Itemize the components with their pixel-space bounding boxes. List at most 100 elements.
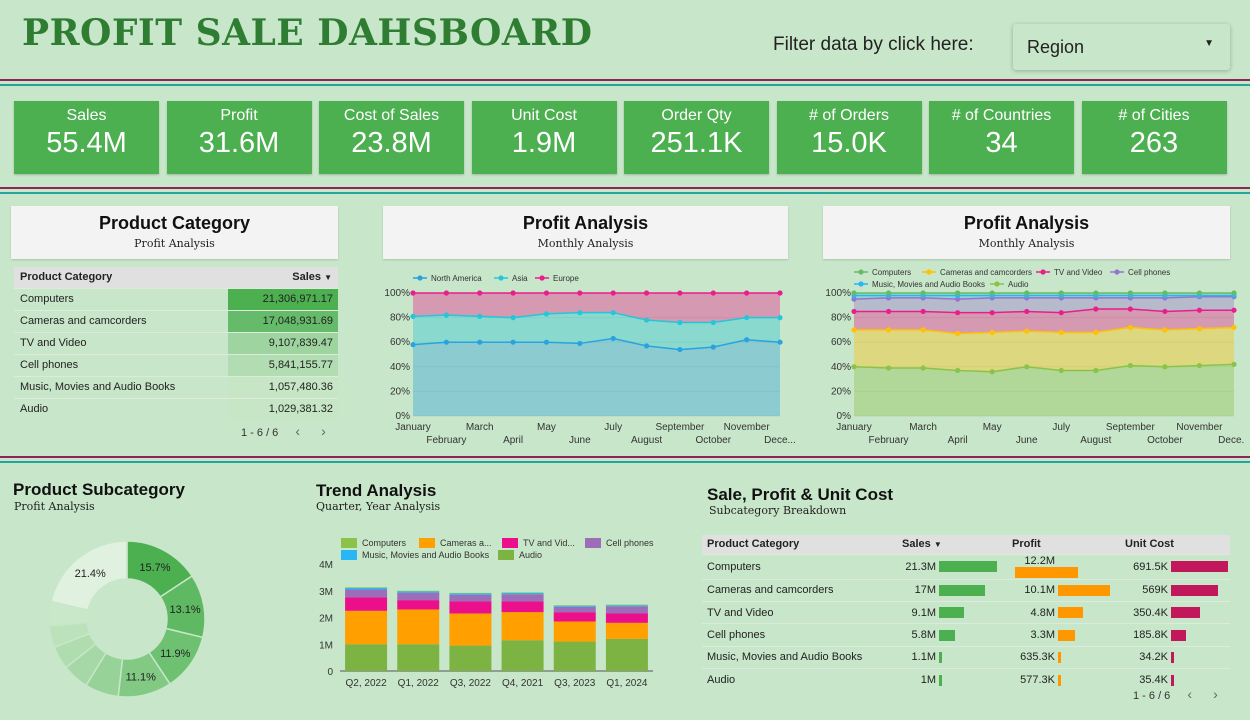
- column-header-sorted[interactable]: Sales ▼: [897, 535, 1007, 554]
- data-point: [443, 339, 449, 345]
- data-point: [543, 339, 550, 345]
- bar-segment: [397, 591, 440, 593]
- data-point: [1127, 290, 1133, 296]
- data-point: [543, 311, 550, 317]
- prev-page-icon[interactable]: ‹: [1187, 686, 1192, 702]
- legend-label: Cameras a...: [440, 538, 492, 548]
- unit-cost-bar: [1171, 561, 1228, 573]
- divider: [0, 192, 1250, 194]
- sort-desc-icon: ▼: [324, 273, 332, 283]
- next-page-icon[interactable]: ›: [1213, 686, 1218, 702]
- table-row[interactable]: TV and Video 9,107,839.47: [14, 331, 338, 354]
- legend-label: Audio: [519, 550, 542, 560]
- data-point: [610, 290, 616, 296]
- next-page-icon[interactable]: ›: [321, 423, 326, 439]
- data-point: [1127, 306, 1133, 312]
- bar-segment: [397, 590, 440, 592]
- x-tick-label: June: [569, 435, 591, 446]
- table-row[interactable]: Computers 21,306,971.17: [14, 287, 338, 310]
- profit-bar: [1058, 629, 1076, 641]
- y-tick-label: 0%: [396, 411, 411, 422]
- sales-cell: 1,057,480.36: [228, 375, 338, 398]
- table-row[interactable]: Cell phones 5.8M 3.3M 185.8K: [702, 623, 1230, 647]
- legend-label: Music, Movies and Audio Books: [872, 280, 985, 289]
- data-point: [643, 317, 650, 323]
- prev-page-icon[interactable]: ‹: [295, 423, 300, 439]
- data-point: [710, 290, 716, 296]
- category-cell: Music, Movies and Audio Books: [702, 645, 897, 669]
- data-point: [1024, 290, 1030, 296]
- unit-cost-bar: [1171, 607, 1200, 619]
- table-row[interactable]: Cell phones 5,841,155.77: [14, 353, 338, 376]
- unit-cost-bar: [1171, 674, 1174, 686]
- category-cell: Music, Movies and Audio Books: [14, 375, 228, 398]
- table-row[interactable]: TV and Video 9.1M 4.8M 350.4K: [702, 600, 1230, 624]
- divider: [0, 461, 1250, 463]
- category-cell: Audio: [702, 668, 897, 691]
- data-point: [610, 335, 616, 342]
- table-row[interactable]: Cameras and camcorders 17M 10.1M 569K: [702, 578, 1230, 602]
- x-tick-label: January: [836, 422, 872, 433]
- legend-label: TV and Vid...: [523, 538, 575, 548]
- legend-label: Audio: [1008, 280, 1029, 289]
- unit-cost-value: 569K: [1142, 584, 1168, 597]
- divider: [0, 84, 1250, 86]
- profit-value: 635.3K: [1020, 651, 1055, 664]
- table-row[interactable]: Cameras and camcorders 17,048,931.69: [14, 309, 338, 332]
- table-row[interactable]: Computers 21.3M 12.2M 691.5K: [702, 553, 1230, 579]
- data-point: [744, 290, 750, 296]
- data-point: [1162, 290, 1168, 296]
- table-row[interactable]: Music, Movies and Audio Books 1,057,480.3…: [14, 375, 338, 398]
- column-header-sorted[interactable]: Sales ▼: [228, 267, 338, 288]
- column-header[interactable]: Product Category: [14, 267, 228, 288]
- kpi-card: # of Cities 263: [1081, 101, 1227, 174]
- data-point: [1093, 306, 1099, 312]
- kpi-label: Order Qty: [661, 107, 732, 124]
- data-point: [920, 308, 926, 315]
- profit-cell: 635.3K: [1007, 645, 1120, 669]
- bar-segment: [397, 592, 440, 601]
- sales-cell: 9.1M: [897, 600, 1007, 624]
- y-tick-label: 1M: [319, 640, 333, 651]
- unit-cost-value: 185.8K: [1133, 628, 1168, 641]
- y-tick-label: 0: [327, 667, 333, 678]
- kpi-value: 23.8M: [351, 127, 432, 159]
- slice-label: 11.9%: [160, 648, 191, 660]
- bar-segment: [397, 609, 440, 645]
- table-row[interactable]: Audio 1,029,381.32: [14, 397, 338, 420]
- bar-segment: [449, 593, 492, 595]
- column-header[interactable]: Product Category: [702, 535, 897, 554]
- data-point: [989, 310, 995, 316]
- data-point: [1127, 324, 1133, 331]
- kpi-label: Unit Cost: [511, 107, 577, 124]
- legend-swatch-marker: [539, 275, 545, 281]
- kpi-card: Profit 31.6M: [166, 101, 312, 174]
- sales-value: 21.3M: [905, 560, 936, 573]
- data-point: [410, 342, 416, 348]
- bar-segment: [449, 645, 492, 671]
- data-point: [1162, 327, 1168, 333]
- profit-cell: 10.1M: [1007, 578, 1120, 602]
- area-series: [854, 364, 1234, 416]
- data-point: [920, 290, 926, 296]
- data-point: [1058, 367, 1064, 374]
- column-header[interactable]: Unit Cost: [1120, 535, 1230, 554]
- data-point: [1024, 328, 1030, 334]
- region-filter-dropdown[interactable]: Region ▼: [1013, 24, 1230, 70]
- y-tick-label: 80%: [831, 313, 851, 324]
- unit-cost-value: 34.2K: [1139, 651, 1168, 664]
- bar-segment: [553, 621, 596, 642]
- data-point: [920, 327, 926, 333]
- profit-bar: [1058, 584, 1111, 596]
- x-tick-label: Q3, 2023: [554, 678, 596, 689]
- profit-category-chart: Computers Cameras and camcorders TV and Vi…: [825, 268, 1245, 446]
- kpi-value: 1.9M: [511, 127, 577, 159]
- area-series: [854, 327, 1234, 372]
- y-tick-label: 60%: [831, 337, 851, 348]
- y-tick-label: 20%: [831, 386, 851, 397]
- bar-segment: [501, 612, 544, 641]
- data-point: [1093, 329, 1099, 335]
- table-row[interactable]: Music, Movies and Audio Books 1.1M 635.3K 3…: [702, 645, 1230, 669]
- column-header[interactable]: Profit: [1007, 535, 1120, 554]
- legend-swatch-marker: [417, 275, 423, 281]
